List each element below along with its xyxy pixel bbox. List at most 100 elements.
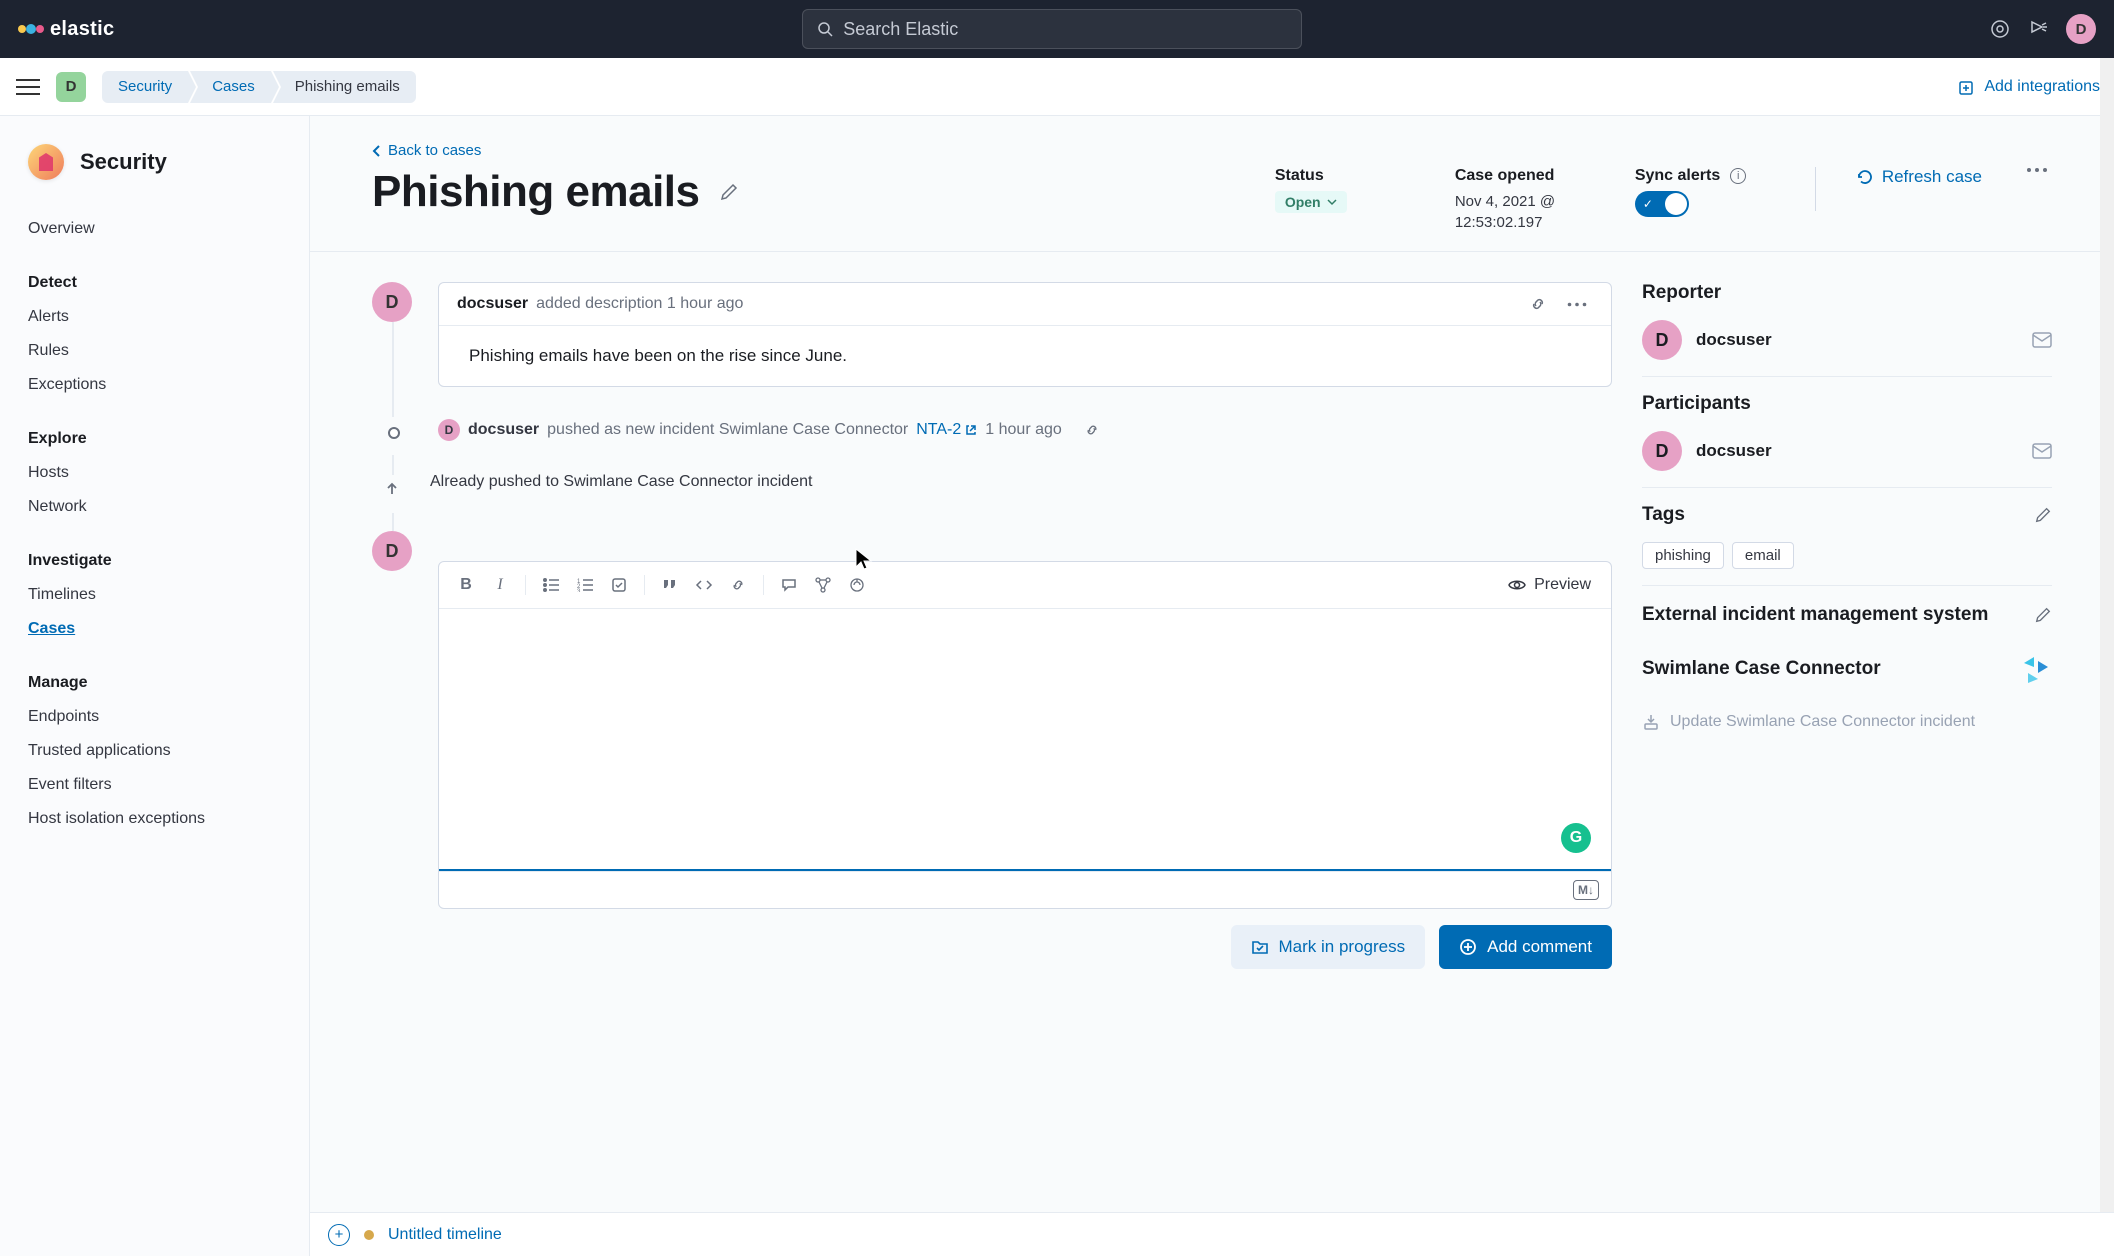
sync-alerts-toggle[interactable]: ✓: [1635, 191, 1689, 217]
folder-icon: [1251, 939, 1269, 955]
nav-overview[interactable]: Overview: [28, 212, 281, 246]
plus-circle-icon: [1459, 938, 1477, 956]
svg-text:3: 3: [577, 589, 581, 592]
lens-button[interactable]: [842, 570, 872, 600]
new-timeline-button[interactable]: +: [328, 1224, 350, 1246]
mail-icon[interactable]: [2032, 443, 2052, 459]
participants-title: Participants: [1642, 393, 2052, 415]
number-list-button[interactable]: 123: [570, 570, 600, 600]
opened-label: Case opened: [1455, 167, 1595, 185]
already-pushed-label: Already pushed to Swimlane Case Connecto…: [430, 473, 1612, 491]
link-icon: [1084, 422, 1100, 438]
editor-toolbar: B I 123: [439, 562, 1611, 609]
nav-cases[interactable]: Cases: [28, 612, 281, 646]
chevron-left-icon: [372, 145, 382, 157]
mark-in-progress-button[interactable]: Mark in progress: [1231, 925, 1426, 969]
external-incident-link[interactable]: NTA-2: [916, 421, 977, 439]
timeline-bar: + Untitled timeline: [310, 1212, 2114, 1256]
breadcrumb-security[interactable]: Security: [102, 71, 188, 103]
help-icon[interactable]: [1990, 19, 2010, 39]
timeline-dot: [388, 427, 400, 439]
copy-link-button[interactable]: [1523, 295, 1553, 313]
breadcrumb-current: Phishing emails: [273, 71, 416, 103]
nav-exceptions[interactable]: Exceptions: [28, 368, 281, 402]
breadcrumb-cases[interactable]: Cases: [190, 71, 271, 103]
timeline-button[interactable]: [808, 570, 838, 600]
description-actions-menu[interactable]: [1561, 302, 1593, 307]
tag-pill[interactable]: phishing: [1642, 542, 1724, 569]
tag-pill[interactable]: email: [1732, 542, 1794, 569]
sub-header: D Security Cases Phishing emails Add int…: [0, 58, 2114, 116]
add-integrations-button[interactable]: Add integrations: [1958, 78, 2100, 96]
description-body: Phishing emails have been on the rise si…: [439, 326, 1611, 386]
edit-tags-button[interactable]: [2034, 506, 2052, 524]
link-button[interactable]: [723, 570, 753, 600]
activity-action: added description 1 hour ago: [536, 295, 743, 313]
markdown-badge: M↓: [1573, 880, 1599, 900]
nav-host-isolation[interactable]: Host isolation exceptions: [28, 802, 281, 836]
external-system-title: External incident management system: [1642, 602, 1988, 629]
nav-section-investigate: Investigate: [28, 552, 281, 570]
nav-trusted-apps[interactable]: Trusted applications: [28, 734, 281, 768]
user-avatar[interactable]: D: [2066, 14, 2096, 44]
nav-alerts[interactable]: Alerts: [28, 300, 281, 334]
nav-network[interactable]: Network: [28, 490, 281, 524]
italic-button[interactable]: I: [485, 570, 515, 600]
logo-text: elastic: [50, 18, 114, 41]
status-badge[interactable]: Open: [1275, 191, 1347, 213]
back-to-cases-link[interactable]: Back to cases: [372, 142, 2052, 159]
refresh-case-button[interactable]: Refresh case: [1856, 167, 1982, 187]
news-icon[interactable]: [2028, 19, 2048, 39]
space-selector[interactable]: D: [56, 72, 86, 102]
comment-textarea[interactable]: G: [439, 609, 1611, 869]
comment-editor: B I 123: [438, 561, 1612, 909]
refresh-icon: [1856, 168, 1874, 186]
edit-connector-button[interactable]: [2034, 606, 2052, 624]
chevron-down-icon: [1327, 198, 1337, 206]
user-avatar: D: [372, 282, 412, 322]
page-title: Phishing emails: [372, 167, 699, 217]
case-sidebar: Reporter D docsuser Participants D docsu…: [1642, 282, 2052, 1182]
user-avatar-small: D: [438, 419, 460, 441]
comment-button[interactable]: [774, 570, 804, 600]
bullet-list-button[interactable]: [536, 570, 566, 600]
add-comment-button[interactable]: Add comment: [1439, 925, 1612, 969]
elastic-logo[interactable]: elastic: [18, 18, 114, 41]
app-title: Security: [80, 149, 167, 175]
main-content: Back to cases Phishing emails Status Ope…: [310, 116, 2114, 1256]
global-search[interactable]: [802, 9, 1302, 49]
nav-timelines[interactable]: Timelines: [28, 578, 281, 612]
add-integrations-icon: [1958, 78, 1976, 96]
info-icon[interactable]: i: [1730, 168, 1746, 184]
timeline-link[interactable]: Untitled timeline: [388, 1226, 502, 1244]
app-header: Security: [28, 144, 281, 180]
preview-button[interactable]: Preview: [1500, 576, 1599, 594]
quote-button[interactable]: [655, 570, 685, 600]
search-input[interactable]: [843, 19, 1287, 40]
tags-title: Tags: [1642, 504, 1685, 526]
nav-hosts[interactable]: Hosts: [28, 456, 281, 490]
update-connector-button[interactable]: Update Swimlane Case Connector incident: [1642, 713, 2052, 731]
breadcrumb: Security Cases Phishing emails: [102, 71, 416, 103]
scrollbar[interactable]: [2100, 58, 2114, 1212]
push-icon: [1642, 713, 1660, 731]
nav-toggle-button[interactable]: [14, 73, 42, 101]
collapse-arrow-icon[interactable]: [380, 477, 404, 501]
reporter-user: D docsuser: [1642, 320, 2052, 360]
activity-user: docsuser: [457, 295, 528, 313]
bold-button[interactable]: B: [451, 570, 481, 600]
sync-label: Sync alerts: [1635, 167, 1720, 185]
global-header: elastic D: [0, 0, 2114, 58]
code-button[interactable]: [689, 570, 719, 600]
current-user-avatar: D: [372, 531, 412, 571]
case-actions-menu[interactable]: [2022, 167, 2052, 173]
nav-event-filters[interactable]: Event filters: [28, 768, 281, 802]
reporter-title: Reporter: [1642, 282, 2052, 304]
nav-endpoints[interactable]: Endpoints: [28, 700, 281, 734]
nav-rules[interactable]: Rules: [28, 334, 281, 368]
checklist-button[interactable]: [604, 570, 634, 600]
copy-link-button[interactable]: [1078, 422, 1106, 438]
edit-title-button[interactable]: [719, 182, 739, 202]
status-label: Status: [1275, 167, 1415, 185]
mail-icon[interactable]: [2032, 332, 2052, 348]
